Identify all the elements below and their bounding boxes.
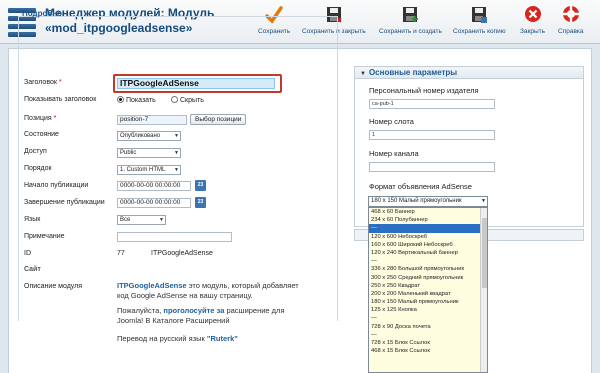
- close-icon: [524, 6, 541, 22]
- ad-format-option[interactable]: —: [369, 257, 487, 265]
- publish-up-input[interactable]: 0000-00-00 00:00:00: [117, 181, 191, 191]
- show-title-show-radio[interactable]: Показать: [117, 96, 156, 104]
- access-select[interactable]: Public: [117, 148, 181, 158]
- calendar-icon[interactable]: 23: [195, 197, 206, 208]
- required-mark: *: [58, 79, 62, 86]
- close-button[interactable]: Закрыть: [520, 4, 545, 35]
- required-mark: *: [53, 115, 57, 122]
- publish-down-input[interactable]: 0000-00-00 00:00:00: [117, 198, 191, 208]
- description-line4: Joomla! В Каталоге Расширений: [117, 316, 230, 325]
- ad-format-option[interactable]: 728 x 15 Блок Ссылок: [369, 339, 487, 347]
- ad-format-option[interactable]: 468 x 60 Баннер: [369, 208, 487, 216]
- description-line1: ITPGoogleAdSense это модуль, который доб…: [117, 281, 299, 291]
- order-select[interactable]: 1. Custom HTML: [117, 165, 181, 175]
- ad-format-option[interactable]: 336 x 280 Большой прямоугольник: [369, 265, 487, 273]
- collapse-triangle-icon: ▼: [360, 71, 366, 77]
- title-highlight: ITPGoogleAdSense: [113, 74, 282, 93]
- save-new-label: Сохранить и создать: [379, 28, 442, 35]
- description-line1-rest: это модуль, который добавляет: [186, 281, 299, 290]
- description-line3: Пожалуйста, проголосуйте за расширение д…: [117, 306, 299, 316]
- publisher-id-label: Персональный номер издателя: [369, 86, 479, 95]
- save-copy-label: Сохранить копию: [453, 28, 506, 35]
- calendar-icon[interactable]: 23: [195, 180, 206, 191]
- ad-format-option[interactable]: 160 x 600 Широкий Небоскреб: [369, 241, 487, 249]
- help-label: Справка: [558, 28, 584, 35]
- description-line2: код Google AdSense на вашу страницу.: [117, 291, 253, 300]
- description-line3-pre: Пожалуйста,: [117, 306, 164, 315]
- slot-label: Номер слота: [369, 117, 414, 126]
- ad-format-label: Формат объявления AdSense: [369, 182, 472, 191]
- ad-format-option[interactable]: —: [369, 314, 487, 322]
- ad-format-option[interactable]: 125 x 125 Кнопка: [369, 306, 487, 314]
- description-text: ITPGoogleAdSense это модуль, который доб…: [117, 281, 299, 344]
- scrollbar-thumb[interactable]: [482, 218, 487, 288]
- ad-format-option[interactable]: 200 x 200 Маленький квадрат: [369, 290, 487, 298]
- radio-icon: [117, 96, 124, 103]
- id-value: 77: [117, 250, 125, 257]
- show-title-hide-radio[interactable]: Скрыть: [171, 96, 204, 104]
- close-label: Закрыть: [520, 28, 546, 35]
- ad-format-option[interactable]: 234 x 60 Полубаннер: [369, 216, 487, 224]
- basic-params-title: Основные параметры: [368, 68, 458, 77]
- save-new-button[interactable]: Сохранить и создать: [379, 4, 442, 35]
- hide-option-label: Скрыть: [180, 97, 204, 104]
- ad-format-option[interactable]: 728 x 90 Доска почета: [369, 323, 487, 331]
- save-copy-button[interactable]: Сохранить копию: [453, 4, 506, 35]
- ad-format-option[interactable]: 250 x 250 Квадрат: [369, 282, 487, 290]
- ad-format-option[interactable]: 180 x 150 Малый прямоугольник: [369, 298, 487, 306]
- ad-format-dropdown-list[interactable]: 468 x 60 Баннер 234 x 60 Полубаннер —120 x…: [368, 207, 488, 373]
- language-select[interactable]: Все: [117, 215, 166, 225]
- ad-format-select[interactable]: 180 x 150 Малый прямоугольник: [368, 196, 488, 207]
- description-module-name: ITPGoogleAdSense: [117, 281, 187, 290]
- details-legend: Подробно: [22, 9, 63, 18]
- channel-label: Номер канала: [369, 149, 419, 158]
- id-module-name: ITPGoogleAdSense: [151, 250, 213, 257]
- translator-name: "Ruterk": [206, 334, 238, 343]
- ad-format-option[interactable]: 120 x 600 Небоскреб: [369, 233, 487, 241]
- ad-format-option[interactable]: —: [369, 331, 487, 339]
- save-copy-icon: [472, 7, 488, 23]
- note-input[interactable]: [117, 232, 232, 242]
- slot-input[interactable]: 1: [369, 130, 495, 140]
- ad-format-option[interactable]: 300 x 250 Средний прямоугольник: [369, 274, 487, 282]
- vote-link[interactable]: проголосуйте за: [163, 306, 224, 315]
- description-line3-post: расширение для: [224, 306, 285, 315]
- channel-input[interactable]: [369, 162, 495, 172]
- position-input[interactable]: position-7: [117, 115, 187, 125]
- basic-params-header[interactable]: ▼ Основные параметры: [354, 66, 584, 79]
- help-button[interactable]: Справка: [558, 4, 584, 35]
- select-position-button[interactable]: Выбор позиции: [190, 114, 247, 125]
- title-input[interactable]: ITPGoogleAdSense: [117, 78, 275, 89]
- position-label-text: Позиция: [24, 115, 52, 122]
- description-line5-pre: Перевод на русский язык: [117, 334, 207, 343]
- help-icon: [562, 6, 579, 22]
- description-line5: Перевод на русский язык "Ruterk": [117, 334, 299, 344]
- title-label-text: Заголовок: [24, 79, 57, 86]
- ad-format-option[interactable]: —: [369, 224, 487, 233]
- radio-icon: [171, 96, 178, 103]
- publisher-id-input[interactable]: ca-pub-1: [369, 99, 495, 109]
- save-new-icon: [403, 7, 419, 22]
- dropdown-scrollbar[interactable]: [480, 208, 487, 372]
- ad-format-option[interactable]: 120 x 240 Вертикальный баннер: [369, 249, 487, 257]
- state-select[interactable]: Опубликовано: [117, 131, 181, 141]
- site-label: Сайт: [24, 266, 41, 273]
- show-option-label: Показать: [126, 97, 156, 104]
- ad-format-option[interactable]: 468 x 15 Блок Ссылок: [369, 347, 487, 355]
